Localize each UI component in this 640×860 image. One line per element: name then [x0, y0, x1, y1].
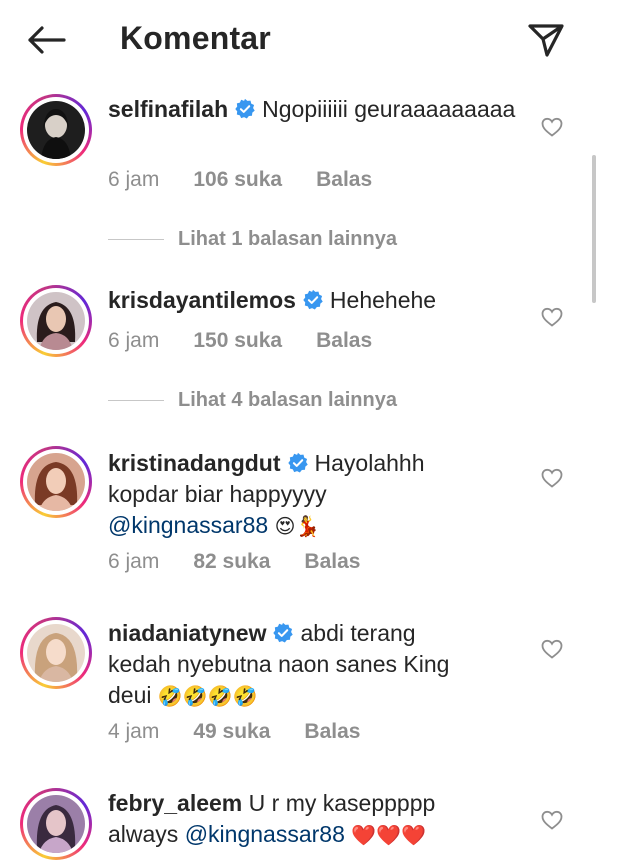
paper-plane-icon: [528, 24, 564, 57]
like-count[interactable]: 49 suka: [193, 720, 270, 744]
avatar[interactable]: [20, 94, 92, 166]
comment-meta: 6 jam 150 suka Balas: [108, 329, 406, 353]
heart-icon[interactable]: [540, 637, 564, 661]
mention-link[interactable]: @kingnassar88: [108, 512, 268, 538]
like-count[interactable]: 106 suka: [193, 168, 282, 192]
comment-text: kristinadangdut Hayolahhh kopdar biar hap…: [108, 448, 548, 542]
verified-badge-icon: [303, 289, 323, 310]
reply-button[interactable]: Balas: [304, 720, 360, 744]
username[interactable]: kristinadangdut: [108, 450, 281, 476]
comment-meta: 6 jam 106 suka Balas: [108, 168, 406, 192]
avatar[interactable]: [20, 617, 92, 689]
comment-body: abdi terang: [300, 620, 416, 646]
username[interactable]: selfinafilah: [108, 96, 228, 122]
verified-badge-icon: [287, 452, 308, 473]
comment-text: krisdayantilemos Hehehehe: [108, 285, 548, 316]
view-replies-label: Lihat 1 balasan lainnya: [178, 228, 397, 250]
page-title: Komentar: [120, 20, 271, 56]
avatar[interactable]: [20, 285, 92, 357]
comment-time: 4 jam: [108, 720, 160, 743]
verified-badge-icon: [273, 622, 294, 643]
verified-badge-icon: [235, 98, 255, 119]
back-button[interactable]: [22, 18, 70, 62]
view-replies-label: Lihat 4 balasan lainnya: [178, 389, 397, 411]
avatar[interactable]: [20, 788, 92, 860]
heart-icon[interactable]: [540, 466, 564, 490]
comment-body-line: kedah nyebutna naon sanes King: [108, 651, 450, 677]
comment-body: Hehehehe: [329, 287, 437, 313]
comment-body-line: deui: [108, 682, 152, 708]
reply-button[interactable]: Balas: [316, 168, 372, 192]
avatar[interactable]: [20, 446, 92, 518]
reply-button[interactable]: Balas: [304, 550, 360, 574]
heart-icon[interactable]: [540, 305, 564, 329]
share-button[interactable]: [522, 18, 570, 62]
heart-icon[interactable]: [540, 808, 564, 832]
scrollbar[interactable]: [592, 155, 596, 303]
comment-time: 6 jam: [108, 168, 160, 191]
mention-link[interactable]: @kingnassar88: [185, 821, 345, 847]
comment-meta: 4 jam 49 suka Balas: [108, 720, 394, 744]
comment-meta: 6 jam 82 suka Balas: [108, 550, 394, 574]
divider: [108, 239, 164, 240]
comment-body: Ngopiiiiii geuraaaaaaaaa: [262, 96, 516, 122]
comment-body: U r my kaseppppp: [248, 790, 436, 816]
comment-text: febry_aleem U r my kaseppppp always @kin…: [108, 788, 548, 851]
heart-icon[interactable]: [540, 115, 564, 139]
view-replies-link[interactable]: Lihat 4 balasan lainnya: [108, 389, 397, 412]
comment-text: selfinafilah Ngopiiiiii geuraaaaaaaaa: [108, 94, 548, 125]
header: Komentar: [0, 0, 640, 80]
comment-body-line: kopdar biar happyyyy: [108, 481, 327, 507]
username[interactable]: febry_aleem: [108, 790, 242, 816]
divider: [108, 400, 164, 401]
emoji: ❤️❤️❤️: [351, 823, 426, 847]
emoji: 😍💃: [274, 514, 321, 538]
like-count[interactable]: 150 suka: [193, 329, 282, 353]
comment-text: niadaniatynew abdi terang kedah nyebutna …: [108, 618, 548, 712]
view-replies-link[interactable]: Lihat 1 balasan lainnya: [108, 228, 397, 251]
username[interactable]: niadaniatynew: [108, 620, 266, 646]
reply-button[interactable]: Balas: [316, 329, 372, 353]
comment-body: Hayolahhh: [314, 450, 425, 476]
username[interactable]: krisdayantilemos: [108, 287, 296, 313]
like-count[interactable]: 82 suka: [193, 550, 270, 574]
comment-body-line: always: [108, 821, 179, 847]
comment-time: 6 jam: [108, 329, 160, 352]
back-arrow-icon: [28, 26, 66, 54]
emoji: 🤣🤣🤣🤣: [157, 684, 258, 708]
comment-time: 6 jam: [108, 550, 160, 573]
